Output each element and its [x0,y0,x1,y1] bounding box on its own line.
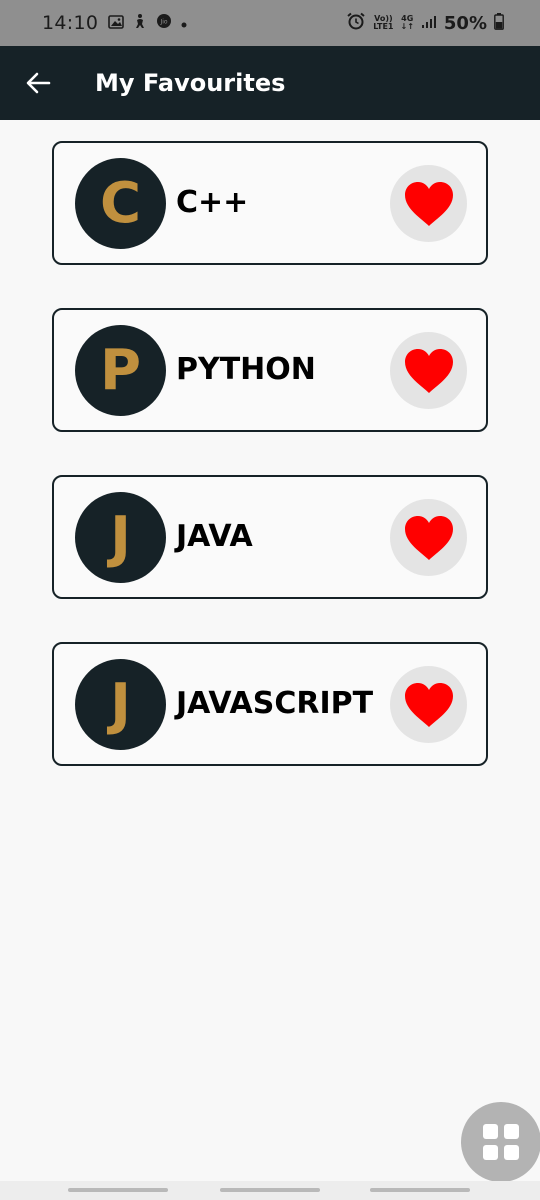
nav-recent-button[interactable] [68,1188,168,1192]
nav-home-button[interactable] [220,1188,320,1192]
battery-percent: 50% [443,12,487,34]
back-button[interactable] [22,67,54,99]
language-name: PYTHON [176,352,316,387]
avatar: C [75,158,166,249]
nav-back-button[interactable] [370,1188,470,1192]
alarm-icon [346,12,366,34]
heart-icon [404,515,453,560]
favourite-toggle-button[interactable] [390,499,467,576]
heart-icon [404,348,453,393]
network-indicator: 4G ↓↑ [401,15,414,31]
dot-icon [180,14,188,33]
app-bar: My Favourites [0,46,540,120]
jio-icon: Jio [156,13,172,33]
favourite-card-cpp[interactable]: C C++ [52,141,488,265]
status-right: Vo)) LTE1 4G ↓↑ 50% [346,0,504,46]
screen: 14:10 Jio Vo)) LTE1 4G ↓↑ 50% My Favouri… [0,0,540,1200]
favourite-card-java[interactable]: J JAVA [52,475,488,599]
avatar: J [75,659,166,750]
avatar: J [75,492,166,583]
lte-label: LTE1 [373,22,394,31]
favourite-toggle-button[interactable] [390,332,467,409]
volte-indicator: Vo)) LTE1 [373,15,393,31]
svg-text:Jio: Jio [160,19,168,26]
page-title: My Favourites [95,69,286,97]
grid-icon [483,1124,519,1160]
favourite-toggle-button[interactable] [390,165,467,242]
language-name: JAVASCRIPT [176,686,374,721]
language-name: JAVA [176,519,253,554]
heart-icon [404,181,453,226]
status-bar: 14:10 Jio Vo)) LTE1 4G ↓↑ 50% [0,0,540,46]
favourite-card-python[interactable]: P PYTHON [52,308,488,432]
avatar: P [75,325,166,416]
grid-menu-button[interactable] [461,1102,540,1182]
data-arrows-icon: ↓↑ [400,22,414,31]
system-nav-bar [0,1181,540,1200]
favourites-list: C C++ P PYTHON J JAVA J JAVASCRIPT [52,141,488,809]
favourite-toggle-button[interactable] [390,666,467,743]
battery-icon [494,12,504,34]
person-activity-icon [132,13,148,33]
status-time: 14:10 [42,12,99,34]
heart-icon [404,682,453,727]
signal-icon [421,14,437,33]
favourite-card-javascript[interactable]: J JAVASCRIPT [52,642,488,766]
language-name: C++ [176,185,249,220]
arrow-left-icon [26,72,51,94]
gallery-icon [108,14,125,33]
notification-icons: Jio [108,13,188,33]
